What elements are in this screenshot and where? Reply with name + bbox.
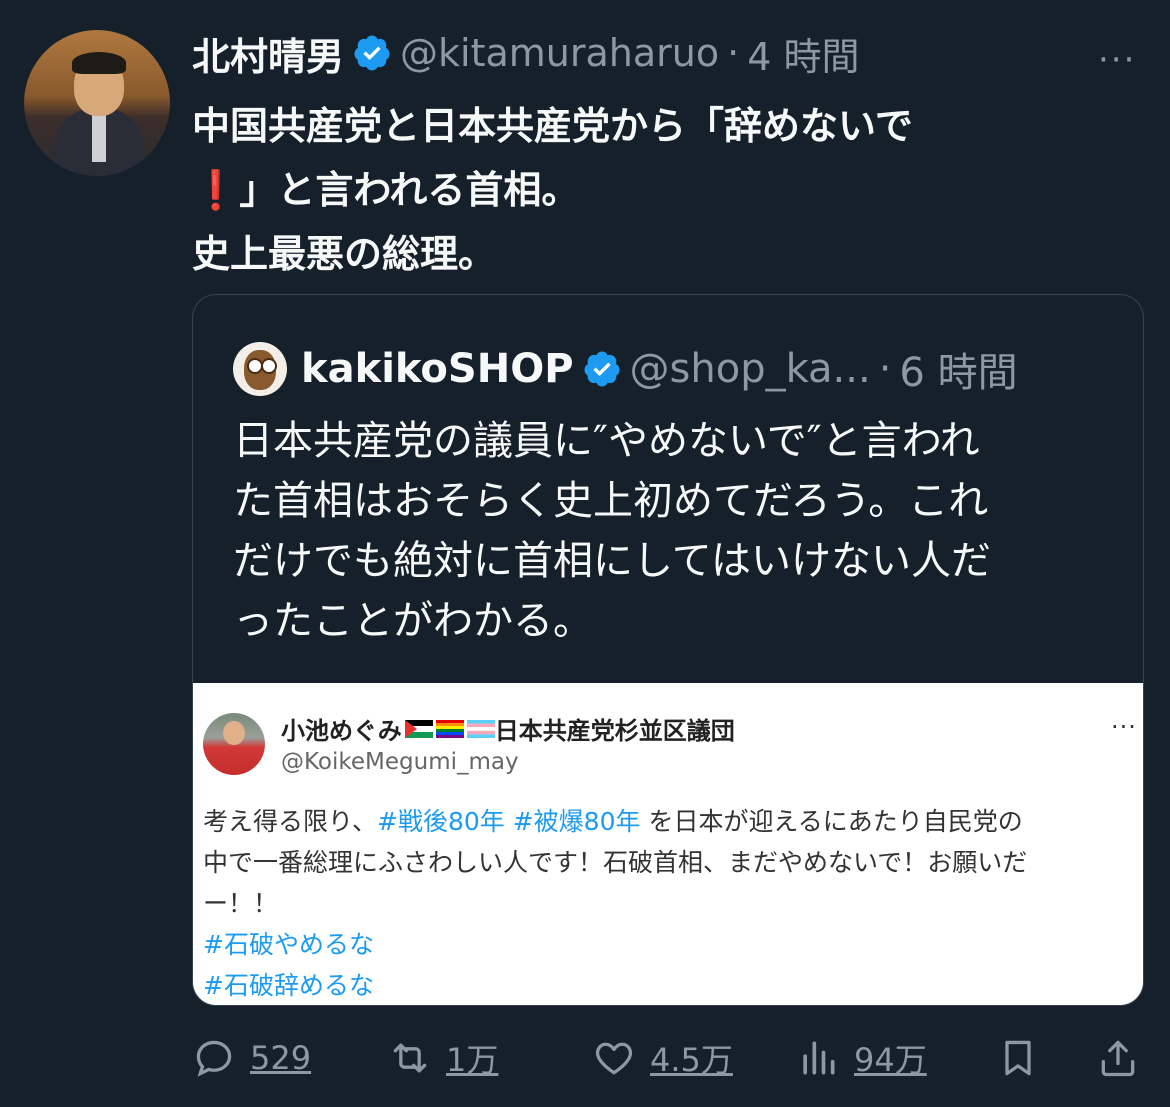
embed-text-line: 中で一番総理にふさわしい人です！石破首相、まだやめないで！お願いだ [203, 848, 1028, 877]
embed-handle: @KoikeMegumi_may [281, 749, 519, 775]
hashtag-ishiba-yameruna: #石破やめるな [203, 930, 374, 959]
embed-text: 考え得る限り、#戦後80年 #被爆80年 を日本が迎えるにあたり自民党の 中で一… [203, 801, 1133, 1005]
embed-text-line: 考え得る限り、#戦後80年 #被爆80年 を日本が迎えるにあたり自民党の [203, 801, 1133, 842]
retweet-button[interactable]: 1万 [388, 1030, 498, 1086]
rainbow-flag-icon [435, 719, 464, 738]
time-separator: · [878, 346, 892, 392]
embed-avatar-face [223, 721, 245, 745]
quote-author-handle[interactable]: @shop_ka... [630, 346, 871, 392]
embedded-screenshot[interactable]: 小池めぐみ 日本共産党杉並区議団 @KoikeMegumi_may ··· 考え… [193, 683, 1143, 1005]
embed-author: 小池めぐみ 日本共産党杉並区議団 [281, 711, 735, 746]
quote-text-line: だけでも絶対に首相にしてはいけない人だ [233, 538, 991, 584]
embed-text-segment: 考え得る限り、 [203, 807, 378, 836]
quoted-tweet[interactable]: kakikoSHOP @shop_ka... · 6 時間 日本共産党の議員に″… [192, 294, 1144, 1006]
quote-text: 日本共産党の議員に″やめないで″と言われ た首相はおそらく史上初めてだろう。これ… [233, 411, 1113, 651]
quote-text-line: ったことがわかる。 [233, 598, 593, 644]
author-handle[interactable]: @kitamuraharuo [400, 31, 719, 75]
tweet-text-line: 中国共産党と日本共産党から「辞めないで [192, 104, 913, 148]
tweet-text: 中国共産党と日本共産党から「辞めないで ❗」と言われる首相。 史上最悪の総理。 [192, 94, 1132, 286]
quote-text-line: 日本共産党の議員に″やめないで″と言われ [233, 418, 980, 464]
share-button[interactable] [1096, 1030, 1140, 1086]
embed-avatar [203, 713, 265, 775]
hashtag-hibaku80: #被爆80年 [512, 807, 641, 836]
tweet-time[interactable]: 4 時間 [747, 26, 859, 81]
avatar-tie [92, 112, 106, 162]
tweet-text-line: ❗」と言われる首相。 [192, 168, 580, 212]
palestine-flag-icon [404, 719, 433, 738]
embed-more-icon: ··· [1111, 713, 1137, 741]
avatar-hair [72, 52, 126, 74]
hashtag-ishiba-jimeruna: #石破辞めるな [203, 971, 374, 1000]
retweet-icon [393, 1043, 427, 1073]
time-separator: · [727, 31, 740, 75]
heart-icon [595, 1042, 633, 1075]
more-options-icon[interactable]: ··· [1098, 40, 1136, 80]
verified-badge-icon [584, 351, 620, 387]
transgender-flag-icon [466, 719, 495, 738]
author-name[interactable]: 北村晴男 [192, 26, 344, 81]
verified-badge-icon [354, 35, 390, 71]
hashtag-sengo80: #戦後80年 [377, 807, 505, 836]
embed-author-name: 小池めぐみ [281, 717, 402, 745]
tweet-header: 北村晴男 @kitamuraharuo · 4 時間 [192, 26, 859, 80]
embed-text-line: ー！！ [203, 889, 279, 918]
author-avatar[interactable] [24, 30, 170, 176]
views-icon [803, 1041, 835, 1075]
action-bar: 529 1万 4.5万 94万 [192, 1030, 1142, 1086]
reply-count: 529 [250, 1039, 312, 1077]
like-button[interactable]: 4.5万 [592, 1030, 733, 1086]
embed-author-suffix: 日本共産党杉並区議団 [494, 717, 735, 745]
quote-header: kakikoSHOP @shop_ka... · 6 時間 [233, 339, 1018, 399]
bookmark-icon [1005, 1040, 1031, 1076]
quote-time[interactable]: 6 時間 [899, 340, 1017, 398]
views-button[interactable]: 94万 [796, 1030, 927, 1086]
reply-icon [196, 1040, 232, 1077]
embed-text-segment: を日本が迎えるにあたり自民党の [648, 807, 1023, 836]
share-icon [1101, 1040, 1135, 1077]
view-count: 94万 [854, 1041, 927, 1079]
tweet-text-line: 史上最悪の総理。 [192, 232, 497, 276]
owl-eye [261, 358, 277, 374]
like-count: 4.5万 [650, 1041, 733, 1079]
quote-text-line: た首相はおそらく史上初めてだろう。これ [233, 478, 989, 524]
bookmark-button[interactable] [996, 1030, 1040, 1086]
reply-button[interactable]: 529 [192, 1030, 311, 1086]
quote-author-name[interactable]: kakikoSHOP [301, 346, 574, 392]
retweet-count: 1万 [446, 1041, 499, 1079]
owl-avatar-icon[interactable] [233, 342, 287, 396]
